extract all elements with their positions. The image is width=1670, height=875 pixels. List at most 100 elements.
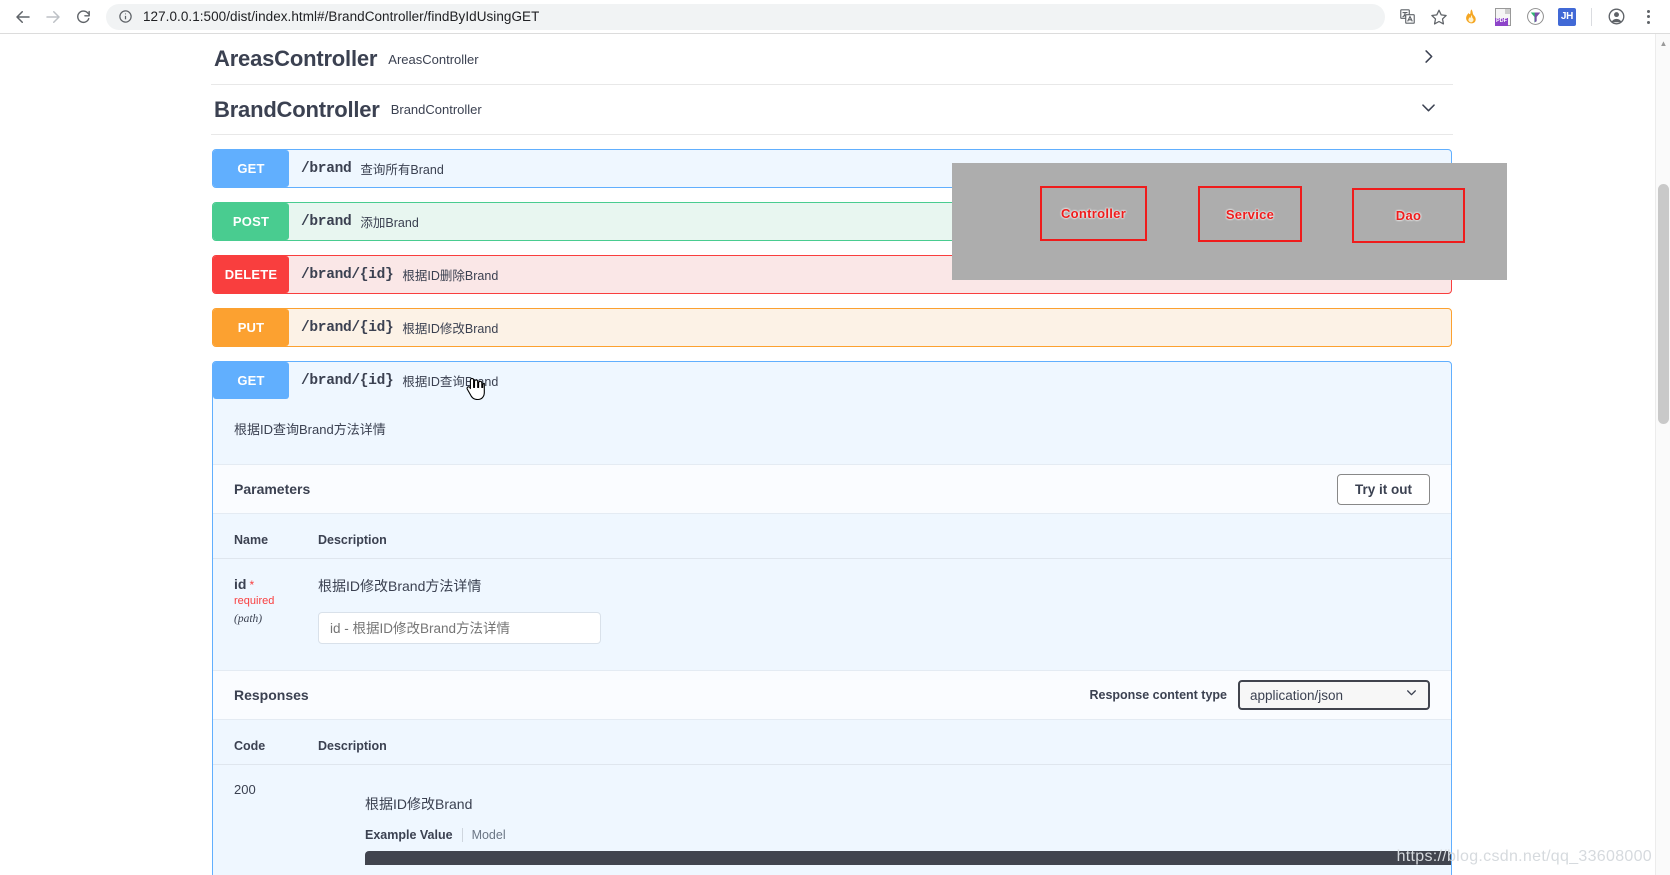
extension-flame-icon[interactable] xyxy=(1457,3,1485,31)
forward-button[interactable] xyxy=(38,2,68,32)
param-location: (path) xyxy=(234,613,263,625)
page-viewport: AreasController AreasController BrandCon… xyxy=(0,34,1670,875)
response-content-type-label: Response content type xyxy=(1089,688,1227,702)
required-label: required xyxy=(234,595,275,607)
tag-section-areascontroller: AreasController AreasController xyxy=(211,34,1453,85)
response-example-code-block xyxy=(365,851,1451,865)
operation-body: 根据ID查询Brand方法详情 Parameters Try it out Na… xyxy=(213,399,1451,875)
pdf-fold-corner xyxy=(1505,8,1510,14)
operation-summary[interactable]: PUT /brand/{id} 根据ID修改Brand xyxy=(213,309,1451,346)
annotation-label-service: Service xyxy=(1225,206,1275,222)
address-bar[interactable]: 127.0.0.1:500/dist/index.html#/BrandCont… xyxy=(106,3,1385,30)
tag-title: BrandController xyxy=(214,96,380,122)
method-badge: GET xyxy=(213,150,289,187)
operation-description: 根据ID删除Brand xyxy=(402,269,499,283)
scroll-up-arrow-icon[interactable]: ▲ xyxy=(1656,36,1670,51)
param-description: 根据ID修改Brand方法详情 xyxy=(318,578,482,594)
param-col-description: Description xyxy=(297,514,1451,559)
param-description-cell: 根据ID修改Brand方法详情 xyxy=(297,559,1451,657)
watermark-text: https://blog.csdn.net/qq_33608000 xyxy=(1396,848,1652,865)
param-name: id xyxy=(234,576,247,592)
response-view-tabs: Example Value Model xyxy=(365,828,1451,842)
swagger-ui: AreasController AreasController BrandCon… xyxy=(211,34,1453,875)
method-badge: GET xyxy=(213,362,289,399)
responses-table: Code Description 200 根据ID修改Brand Example… xyxy=(213,720,1451,875)
response-content-type-group: Response content type application/json xyxy=(1089,680,1430,710)
translate-icon[interactable] xyxy=(1393,3,1421,31)
tab-example-value[interactable]: Example Value xyxy=(365,828,453,842)
try-it-out-button[interactable]: Try it out xyxy=(1337,473,1430,505)
chevron-right-icon[interactable] xyxy=(1419,47,1438,71)
operation-put-brand-id[interactable]: PUT /brand/{id} 根据ID修改Brand xyxy=(212,308,1452,347)
parameters-table: Name Description id * required (path) 根据… xyxy=(213,514,1451,656)
annotation-label-dao: Dao xyxy=(1395,208,1422,223)
page-scrollbar[interactable]: ▲ xyxy=(1655,34,1670,875)
operation-path: /brand xyxy=(301,160,352,177)
tag-title: AreasController xyxy=(214,46,378,71)
site-info-icon[interactable] xyxy=(118,9,134,25)
parameters-header-row: Name Description xyxy=(213,514,1451,559)
pdf-extension-icon[interactable]: PDF xyxy=(1489,3,1517,31)
response-content-type-value: application/json xyxy=(1250,687,1344,703)
param-col-name: Name xyxy=(213,514,297,559)
operation-path: /brand xyxy=(301,213,352,230)
operation-path: /brand/{id} xyxy=(301,266,394,283)
browser-toolbar: 127.0.0.1:500/dist/index.html#/BrandCont… xyxy=(0,0,1670,34)
reload-button[interactable] xyxy=(68,2,98,32)
tag-header-brandcontroller[interactable]: BrandController BrandController xyxy=(211,85,1453,135)
profile-badge-icon[interactable]: JH xyxy=(1553,3,1581,31)
pdf-label: PDF xyxy=(1495,18,1508,26)
param-id-input[interactable] xyxy=(318,612,601,644)
operation-path: /brand/{id} xyxy=(301,319,394,336)
resp-col-code: Code xyxy=(213,720,297,765)
scrollbar-thumb[interactable] xyxy=(1658,184,1669,424)
response-description-cell: 根据ID修改Brand Example Value Model xyxy=(297,765,1451,875)
method-badge: PUT xyxy=(213,309,289,346)
responses-title: Responses xyxy=(234,687,309,703)
chevron-down-icon[interactable] xyxy=(1419,98,1438,122)
tag-description: AreasController xyxy=(388,51,479,67)
operation-description: 根据ID查询Brand xyxy=(402,375,499,389)
param-name-cell: id * required (path) xyxy=(213,559,297,657)
response-description: 根据ID修改Brand xyxy=(365,796,473,812)
required-star: * xyxy=(249,578,255,592)
bookmark-star-icon[interactable] xyxy=(1425,3,1453,31)
chevron-down-icon xyxy=(1405,686,1418,704)
extension-funnel-icon[interactable] xyxy=(1521,3,1549,31)
parameters-title: Parameters xyxy=(234,481,311,497)
response-code: 200 xyxy=(234,782,256,797)
method-badge: POST xyxy=(213,203,289,240)
menu-dots xyxy=(1646,9,1650,24)
annotation-box-controller: Controller xyxy=(1040,186,1147,241)
annotation-label-controller: Controller xyxy=(1060,206,1127,221)
response-content-type-select[interactable]: application/json xyxy=(1238,680,1430,710)
toolbar-divider xyxy=(1591,7,1592,26)
profile-badge-label: JH xyxy=(1558,7,1576,26)
chrome-menu-icon[interactable] xyxy=(1634,3,1662,31)
method-badge: DELETE xyxy=(213,256,289,293)
back-button[interactable] xyxy=(8,2,38,32)
responses-header: Responses Response content type applicat… xyxy=(213,670,1451,720)
operation-description: 添加Brand xyxy=(360,216,419,230)
tag-description: BrandController xyxy=(390,102,482,117)
parameters-header: Parameters Try it out xyxy=(213,464,1451,514)
tab-divider xyxy=(461,828,463,842)
avatar-icon[interactable] xyxy=(1602,3,1630,31)
annotation-overlay: Controller Service Dao xyxy=(952,163,1507,280)
responses-header-row: Code Description xyxy=(213,720,1451,765)
annotation-box-dao: Dao xyxy=(1352,188,1465,243)
operation-description: 根据ID修改Brand xyxy=(402,322,499,336)
pdf-badge: PDF xyxy=(1495,7,1511,26)
tag-header-areascontroller[interactable]: AreasController AreasController xyxy=(211,34,1453,84)
operation-description: 查询所有Brand xyxy=(360,163,444,177)
resp-col-description: Description xyxy=(297,720,1451,765)
operation-path: /brand/{id} xyxy=(301,372,394,389)
table-row: 200 根据ID修改Brand Example Value Model xyxy=(213,765,1451,875)
operation-get-brand-id[interactable]: GET /brand/{id} 根据ID查询Brand 根据ID查询Brand方… xyxy=(212,361,1452,875)
operation-summary[interactable]: GET /brand/{id} 根据ID查询Brand xyxy=(213,362,1451,399)
table-row: id * required (path) 根据ID修改Brand方法详情 xyxy=(213,559,1451,657)
annotation-box-service: Service xyxy=(1198,186,1302,242)
operation-note: 根据ID查询Brand方法详情 xyxy=(234,422,386,437)
toolbar-icon-group: PDF JH xyxy=(1391,3,1670,31)
tab-model[interactable]: Model xyxy=(472,828,506,842)
